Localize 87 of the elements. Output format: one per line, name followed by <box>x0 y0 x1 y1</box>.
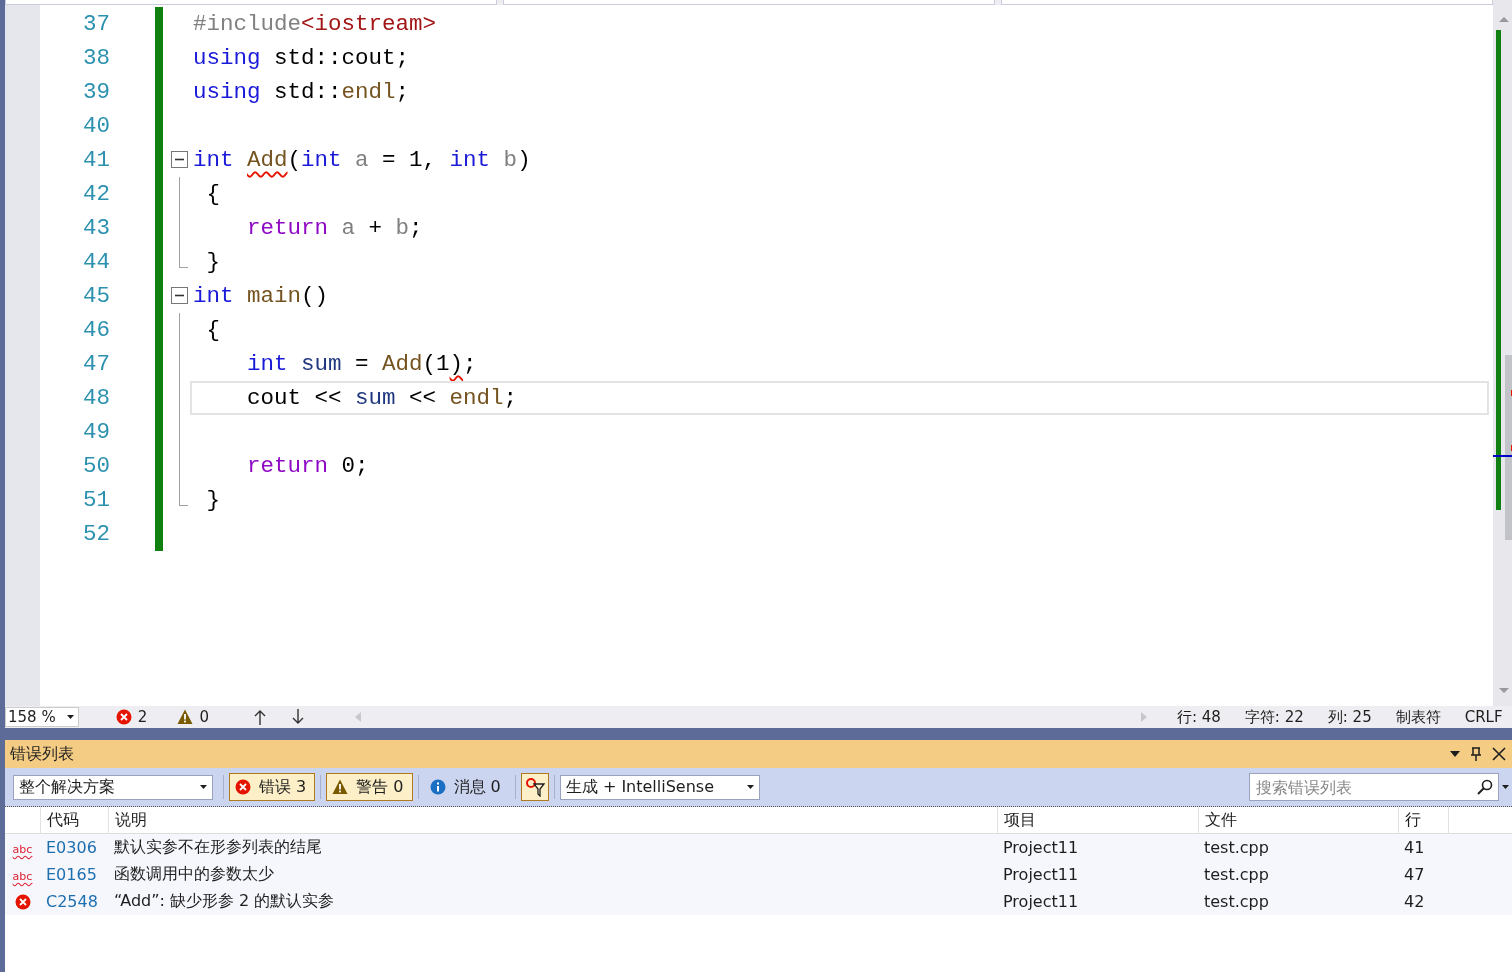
search-field[interactable]: 搜索错误列表 <box>1249 773 1499 801</box>
line-number: 38 <box>82 45 111 71</box>
code-line: { <box>205 317 220 343</box>
table-cell: 函数调用中的参数太少 <box>108 861 997 888</box>
zoom-dropdown[interactable]: 158 % <box>5 707 79 727</box>
line-number: 47 <box>82 351 111 377</box>
line-number: 40 <box>82 113 111 139</box>
error-code-link[interactable]: E0306 <box>40 833 108 861</box>
filter-button[interactable] <box>520 773 549 801</box>
error-count: 2 <box>137 708 148 726</box>
status-text: 列: 25 <box>1327 707 1372 727</box>
up-arrow-icon[interactable] <box>252 709 267 725</box>
table-cell: Project11 <box>997 833 1198 861</box>
error-icon <box>235 779 251 795</box>
spell-check-icon: abc <box>12 844 33 856</box>
caret-icon <box>200 785 207 789</box>
warning-count: 0 <box>199 708 209 726</box>
table-cell: 41 <box>1398 833 1448 861</box>
line-number: 50 <box>82 453 111 479</box>
dropdown-icon[interactable] <box>1450 751 1460 757</box>
down-arrow-icon[interactable] <box>290 709 305 725</box>
line-number: 37 <box>82 11 111 37</box>
table-cell: Project11 <box>997 888 1198 915</box>
collapse-icon[interactable] <box>171 287 188 304</box>
code-line: using std::cout; <box>193 45 410 71</box>
code-line: { <box>205 181 220 207</box>
line-number: 49 <box>82 419 111 445</box>
code-line: int main() <box>193 283 329 309</box>
filter-toggle[interactable]: 错误 3 <box>229 773 316 801</box>
column-header[interactable]: 代码 <box>40 807 108 834</box>
error-icon <box>115 709 132 725</box>
error-code-link[interactable]: E0165 <box>40 861 108 888</box>
line-number: 46 <box>82 317 111 343</box>
caret-icon <box>746 785 754 789</box>
status-text: 制表符 <box>1395 707 1441 727</box>
table-cell: 47 <box>1398 861 1448 888</box>
table-cell: 默认实参不在形参列表的结尾 <box>108 833 997 861</box>
table-cell: test.cpp <box>1198 861 1398 888</box>
warning-icon <box>177 709 194 725</box>
line-number: 51 <box>82 487 111 513</box>
code-line: int sum = Add(1); <box>246 351 477 377</box>
column-header[interactable]: 行 <box>1398 807 1448 834</box>
filter-toggle[interactable]: 警告 0 <box>326 773 413 801</box>
column-header[interactable]: 项目 <box>997 807 1198 834</box>
warning-icon <box>332 779 349 795</box>
line-number: 44 <box>82 249 111 275</box>
error-icon <box>14 893 31 910</box>
filter-icon <box>524 777 545 797</box>
panel-title: 错误列表 <box>10 743 75 765</box>
scope-dropdown[interactable]: 整个解决方案 <box>13 774 213 800</box>
search-icon[interactable] <box>1477 779 1493 795</box>
horizontal-scrollbar[interactable] <box>354 712 1147 722</box>
line-number: 43 <box>82 215 111 241</box>
status-text: 字符: 22 <box>1244 707 1304 727</box>
source-dropdown[interactable]: 生成 + IntelliSense <box>559 774 760 800</box>
table-cell: Project11 <box>997 861 1198 888</box>
spell-check-icon: abc <box>12 871 33 883</box>
code-line: } <box>205 487 220 513</box>
caret-icon <box>66 715 74 719</box>
code-line: cout << sum << endl; <box>246 385 518 411</box>
line-number: 45 <box>82 283 111 309</box>
column-header[interactable]: 文件 <box>1198 807 1398 834</box>
line-number: 48 <box>82 385 111 411</box>
table-cell: test.cpp <box>1198 888 1398 915</box>
line-number: 41 <box>82 147 111 173</box>
close-icon[interactable] <box>1492 747 1506 761</box>
code-line: } <box>205 249 220 275</box>
status-text: CRLF <box>1464 708 1503 726</box>
filter-toggle[interactable]: 消息 0 <box>423 773 510 801</box>
table-cell: test.cpp <box>1198 833 1398 861</box>
table-cell: “Add”: 缺少形参 2 的默认实参 <box>108 888 997 915</box>
info-icon <box>429 779 446 795</box>
column-header[interactable]: 说明 <box>108 807 997 834</box>
code-line: #include<iostream> <box>193 11 437 37</box>
line-number: 52 <box>82 521 111 547</box>
code-line: return a + b; <box>246 215 423 241</box>
pin-icon[interactable] <box>1470 747 1482 761</box>
line-number: 42 <box>82 181 111 207</box>
code-line: return 0; <box>246 453 369 479</box>
line-number: 39 <box>82 79 111 105</box>
error-code-link[interactable]: C2548 <box>40 888 108 915</box>
code-line: using std::endl; <box>193 79 410 105</box>
collapse-icon[interactable] <box>171 151 188 168</box>
status-text: 行: 48 <box>1176 707 1221 727</box>
table-cell: 42 <box>1398 888 1448 915</box>
caret-icon[interactable] <box>1502 785 1509 789</box>
code-line: int Add(int a = 1, int b) <box>193 147 531 173</box>
